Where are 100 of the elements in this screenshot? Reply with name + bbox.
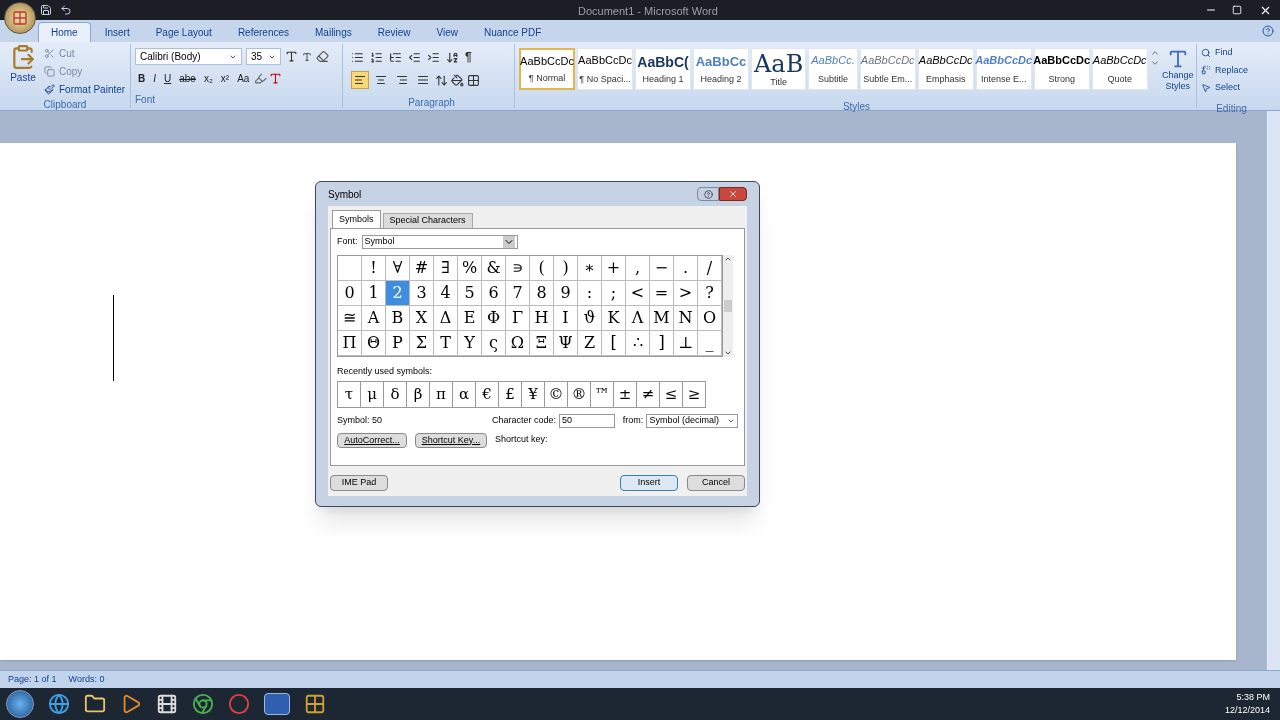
font-size-field[interactable]: 35 [246, 48, 281, 65]
recent-symbol[interactable]: α [452, 380, 476, 408]
record-icon[interactable] [228, 693, 250, 715]
symbol-cell[interactable]: 9 [554, 281, 578, 306]
close-button[interactable] [719, 187, 747, 201]
font-format-button[interactable]: x₂ [200, 70, 216, 86]
symbol-cell[interactable]: Ν [674, 306, 698, 331]
symbol-cell[interactable]: ∗ [578, 256, 602, 281]
folder-icon[interactable] [84, 693, 106, 715]
symbol-cell[interactable]: ϑ [578, 306, 602, 331]
symbol-cell[interactable]: , [626, 256, 650, 281]
symbol-cell[interactable]: 7 [506, 281, 530, 306]
symbol-cell[interactable]: Τ [434, 331, 458, 356]
symbol-cell[interactable]: Μ [650, 306, 674, 331]
symbol-cell[interactable]: = [650, 281, 674, 306]
symbol-cell[interactable]: Ο [698, 306, 722, 331]
symbol-cell[interactable]: _ [698, 331, 722, 356]
font-format-button[interactable]: Aa [234, 70, 253, 86]
scroll-thumb[interactable] [724, 300, 732, 312]
ribbon-tab[interactable]: Mailings [303, 22, 364, 42]
symbol-cell[interactable]: Ι [554, 306, 578, 331]
font-color-icon[interactable] [269, 71, 283, 85]
undo-icon[interactable] [60, 4, 72, 16]
symbol-cell[interactable]: % [458, 256, 482, 281]
symbol-cell[interactable]: ( [530, 256, 554, 281]
symbol-cell[interactable]: Θ [362, 331, 386, 356]
symbol-cell[interactable]: Ζ [578, 331, 602, 356]
symbol-cell[interactable]: Γ [506, 306, 530, 331]
highlight-icon[interactable] [254, 71, 268, 85]
symbol-cell[interactable]: 0 [338, 281, 362, 306]
symbol-cell[interactable] [338, 256, 362, 281]
editing-button[interactable]: Find [1201, 46, 1262, 60]
symbol-cell[interactable]: Υ [458, 331, 482, 356]
paste-button[interactable]: Paste [6, 44, 40, 97]
ribbon-tab[interactable]: References [225, 22, 301, 42]
style-tile[interactable]: AaBbCc Heading 2 [693, 48, 749, 90]
borders-icon[interactable] [467, 73, 480, 87]
increase-indent-icon[interactable] [427, 50, 440, 64]
style-tile[interactable]: AaBbCcDc Quote [1091, 48, 1148, 90]
clipboard-button[interactable]: Format Painter [44, 82, 126, 97]
recent-symbol[interactable]: £ [498, 380, 522, 408]
ribbon-tab[interactable]: Review [365, 22, 423, 42]
change-styles-button[interactable]: Change Styles [1161, 48, 1194, 93]
symbol-cell[interactable]: ς [482, 331, 506, 356]
symbol-cell[interactable]: Ω [506, 331, 530, 356]
multilevel-list-icon[interactable] [389, 50, 402, 64]
symbol-cell[interactable]: Κ [602, 306, 626, 331]
bullets-icon[interactable] [351, 50, 364, 64]
shrink-font-icon[interactable] [302, 51, 312, 62]
character-code-field[interactable]: 50 [559, 413, 615, 428]
symbol-cell[interactable]: [ [602, 331, 626, 356]
symbol-cell[interactable]: . [674, 256, 698, 281]
font-format-button[interactable]: B [135, 70, 149, 86]
style-tile[interactable]: AaBbCcDc Subtle Em... [859, 48, 916, 90]
symbol-cell[interactable]: 8 [530, 281, 554, 306]
symbol-cell[interactable]: − [650, 256, 674, 281]
help-button[interactable] [697, 187, 719, 201]
recent-symbol[interactable]: ™ [590, 380, 614, 408]
ribbon-tab[interactable]: Home [38, 22, 91, 42]
recent-symbol[interactable]: ≤ [659, 380, 683, 408]
numbering-icon[interactable] [370, 50, 383, 64]
recent-symbol[interactable]: ± [613, 380, 637, 408]
help-icon[interactable] [1262, 25, 1274, 37]
recent-symbol[interactable]: β [406, 380, 430, 408]
shortcut-key-button[interactable]: Shortcut Key... [415, 432, 487, 448]
symbol-cell[interactable]: 3 [410, 281, 434, 306]
symbol-cell[interactable]: Ψ [554, 331, 578, 356]
clear-formatting-icon[interactable] [316, 50, 329, 63]
chrome-icon[interactable] [192, 693, 214, 715]
style-tile[interactable]: AaBbCcDc Intense E... [975, 48, 1032, 90]
symbol-cell[interactable]: Φ [482, 306, 506, 331]
symbol-cell[interactable]: > [674, 281, 698, 306]
app-icon[interactable] [304, 693, 326, 715]
symbol-cell[interactable]: ≅ [338, 306, 362, 331]
symbol-cell[interactable]: ! [362, 256, 386, 281]
symbol-cell[interactable]: # [410, 256, 434, 281]
font-format-button[interactable]: U [161, 70, 175, 86]
recent-symbol[interactable]: ¥ [521, 380, 545, 408]
symbol-cell[interactable]: & [482, 256, 506, 281]
symbol-cell[interactable]: ) [554, 256, 578, 281]
film-icon[interactable] [156, 693, 178, 715]
editing-button[interactable]: Select [1201, 81, 1262, 95]
style-tile[interactable]: AaBbC( Heading 1 [635, 48, 691, 90]
grow-font-icon[interactable] [285, 50, 298, 63]
symbol-cell[interactable]: < [626, 281, 650, 306]
symbol-cell[interactable]: Π [338, 331, 362, 356]
dialog-tab[interactable]: Special Characters [382, 213, 473, 228]
font-select[interactable]: Symbol [361, 235, 518, 249]
style-tile[interactable]: AaB Title [751, 48, 807, 90]
symbol-cell[interactable]: Ρ [386, 331, 410, 356]
symbol-cell[interactable]: ⊥ [674, 331, 698, 356]
symbol-cell[interactable]: Σ [410, 331, 434, 356]
line-spacing-icon[interactable] [435, 73, 448, 87]
recent-symbol[interactable]: δ [383, 380, 407, 408]
symbol-cell[interactable]: ∍ [506, 256, 530, 281]
start-button[interactable] [6, 690, 34, 718]
save-icon[interactable] [40, 4, 52, 16]
scroll-up-icon[interactable] [1149, 48, 1160, 58]
symbol-cell[interactable]: ∴ [626, 331, 650, 356]
recent-symbol[interactable]: π [429, 380, 453, 408]
